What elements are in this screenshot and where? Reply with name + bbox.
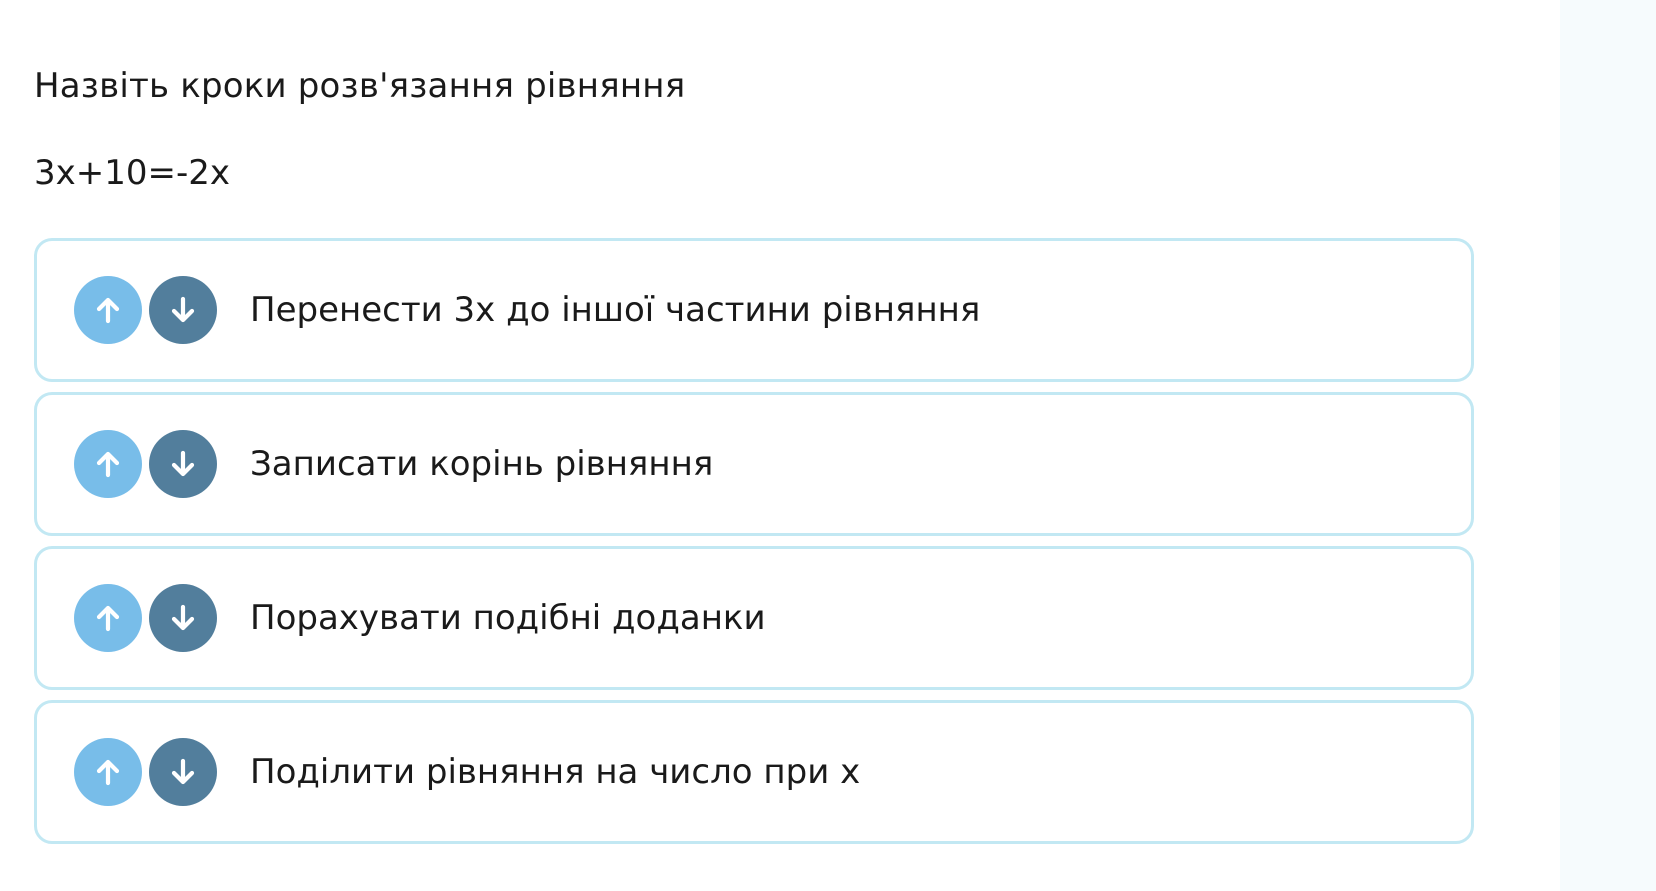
move-down-button[interactable] (149, 276, 217, 344)
move-up-button[interactable] (74, 584, 142, 652)
question-text: Назвіть кроки розв'язання рівняння (34, 66, 686, 106)
step-item[interactable]: Поділити рівняння на число при х (34, 700, 1474, 844)
arrow-up-icon (96, 297, 120, 324)
equation-text: 3x+10=-2x (34, 153, 231, 193)
arrow-down-icon (171, 296, 195, 323)
arrow-up-icon (96, 759, 120, 786)
step-label: Порахувати подібні доданки (250, 598, 766, 638)
step-label: Поділити рівняння на число при х (250, 752, 861, 792)
right-panel-strip (1560, 0, 1656, 891)
move-down-button[interactable] (149, 584, 217, 652)
ordering-list: Перенести 3х до іншої частини рівняння З… (34, 238, 1474, 854)
move-up-button[interactable] (74, 276, 142, 344)
step-item[interactable]: Порахувати подібні доданки (34, 546, 1474, 690)
arrow-up-icon (96, 605, 120, 632)
arrow-down-icon (171, 758, 195, 785)
arrow-up-icon (96, 451, 120, 478)
move-up-button[interactable] (74, 430, 142, 498)
arrow-down-icon (171, 604, 195, 631)
move-down-button[interactable] (149, 738, 217, 806)
step-label: Записати корінь рівняння (250, 444, 714, 484)
move-up-button[interactable] (74, 738, 142, 806)
arrow-down-icon (171, 450, 195, 477)
step-item[interactable]: Записати корінь рівняння (34, 392, 1474, 536)
step-item[interactable]: Перенести 3х до іншої частини рівняння (34, 238, 1474, 382)
move-down-button[interactable] (149, 430, 217, 498)
step-label: Перенести 3х до іншої частини рівняння (250, 290, 981, 330)
